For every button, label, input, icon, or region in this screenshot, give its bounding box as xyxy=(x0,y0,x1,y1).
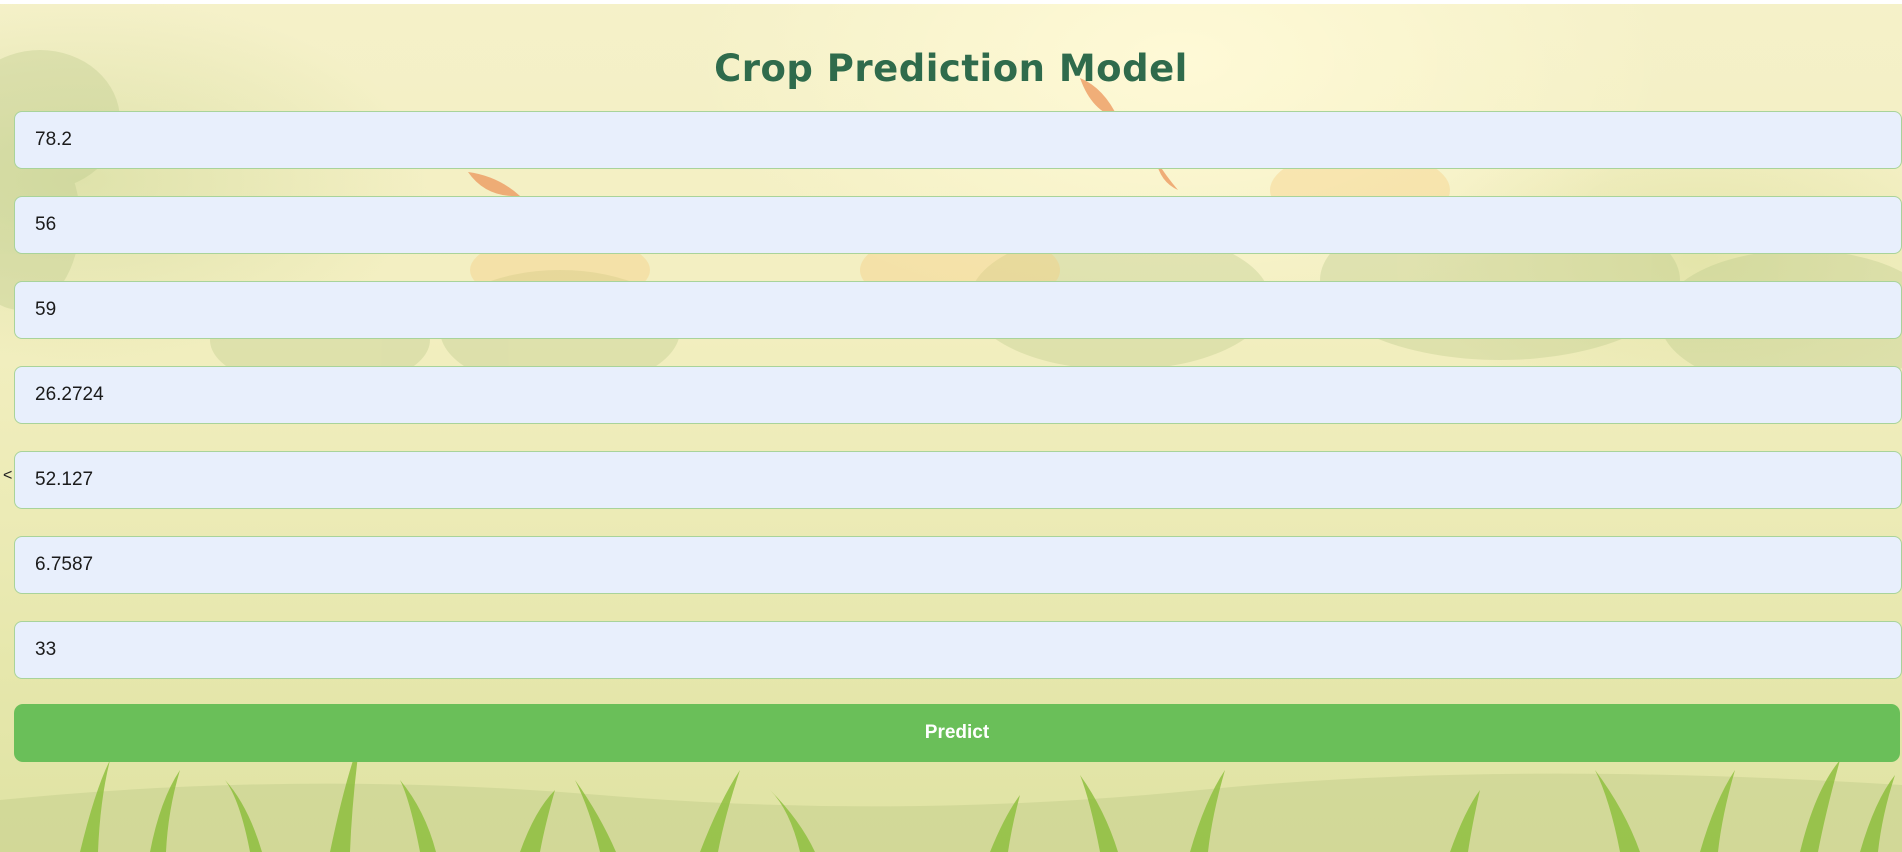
input-field-4[interactable] xyxy=(14,366,1902,424)
input-field-2[interactable] xyxy=(14,196,1902,254)
top-border xyxy=(0,0,1902,4)
input-field-6[interactable] xyxy=(14,536,1902,594)
hills xyxy=(0,773,1902,852)
prediction-form: Predict xyxy=(14,111,1902,762)
stray-character: < xyxy=(3,467,13,484)
input-field-5[interactable] xyxy=(14,451,1902,509)
input-field-1[interactable] xyxy=(14,111,1902,169)
input-field-7[interactable] xyxy=(14,621,1902,679)
input-field-3[interactable] xyxy=(14,281,1902,339)
page-title: Crop Prediction Model xyxy=(714,46,1188,90)
predict-button[interactable]: Predict xyxy=(14,704,1900,762)
